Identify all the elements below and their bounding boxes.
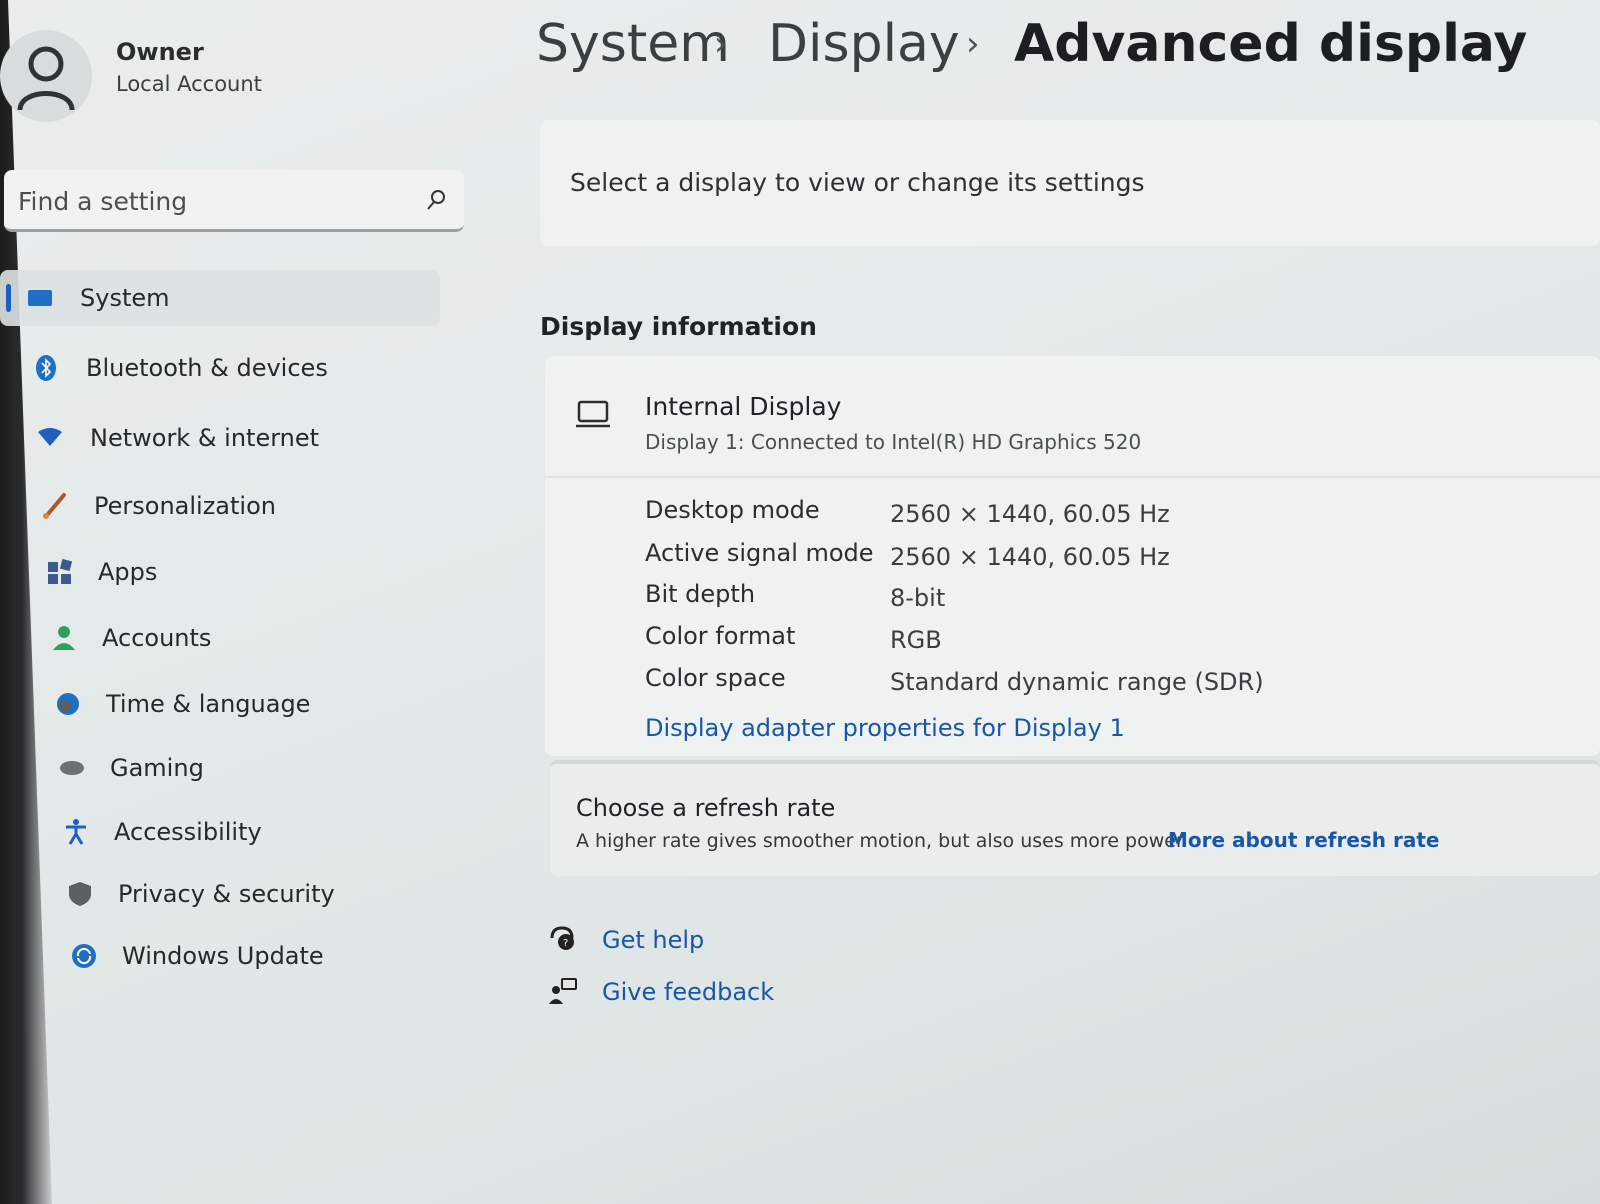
prop-value-desktop-mode: 2560 × 1440, 60.05 Hz	[890, 500, 1170, 528]
svg-text:?: ?	[563, 938, 568, 949]
select-display-card[interactable]: Select a display to view or change its s…	[540, 120, 1600, 246]
breadcrumb-display[interactable]: Display	[768, 14, 960, 74]
prop-label-color-format: Color format	[645, 622, 796, 650]
display-name: Internal Display	[645, 392, 842, 421]
sidebar-item-label: System	[80, 284, 170, 312]
prop-label-color-space: Color space	[645, 664, 786, 692]
sidebar-item-label: Accessibility	[114, 818, 262, 846]
prop-label-desktop-mode: Desktop mode	[645, 496, 820, 524]
accessibility-icon	[66, 819, 86, 845]
sidebar-item-accessibility[interactable]: Accessibility	[0, 804, 440, 860]
sidebar-item-network[interactable]: Network & internet	[0, 410, 440, 466]
update-icon	[72, 944, 96, 968]
page-title: Advanced display	[1014, 14, 1528, 74]
profile-account-type: Local Account	[116, 72, 262, 96]
feedback-icon	[549, 978, 577, 1004]
sidebar-item-bluetooth[interactable]: Bluetooth & devices	[0, 340, 440, 396]
sidebar-item-label: Time & language	[106, 690, 311, 718]
sidebar-item-label: Network & internet	[90, 424, 320, 452]
get-help-label: Get help	[602, 926, 705, 954]
more-about-refresh-rate-link[interactable]: More about refresh rate	[1168, 828, 1440, 852]
sidebar-item-label: Windows Update	[122, 942, 324, 970]
help-icon: ?	[550, 926, 574, 950]
wifi-icon	[38, 428, 62, 446]
sidebar-item-label: Gaming	[110, 754, 204, 782]
refresh-rate-description: A higher rate gives smoother motion, but…	[576, 830, 1184, 852]
user-profile[interactable]: Owner Local Account	[0, 20, 470, 130]
prop-value-color-format: RGB	[890, 626, 942, 654]
display-adapter-properties-link[interactable]: Display adapter properties for Display 1	[645, 714, 1125, 742]
search-input[interactable]	[18, 186, 398, 216]
sidebar-item-gaming[interactable]: Gaming	[0, 740, 440, 796]
prop-value-bit-depth: 8-bit	[890, 584, 946, 612]
gamepad-icon	[60, 761, 84, 775]
refresh-rate-title: Choose a refresh rate	[576, 794, 836, 822]
give-feedback-link[interactable]: Give feedback	[548, 972, 848, 1012]
sidebar-item-time-language[interactable]: Time & language	[0, 676, 440, 732]
active-indicator	[6, 284, 11, 312]
display-connection: Display 1: Connected to Intel(R) HD Grap…	[645, 430, 1142, 454]
prop-label-bit-depth: Bit depth	[645, 580, 756, 608]
apps-icon	[48, 558, 73, 584]
bluetooth-icon	[36, 355, 56, 381]
give-feedback-label: Give feedback	[602, 978, 775, 1006]
display-info-header[interactable]: Internal Display Display 1: Connected to…	[545, 356, 1600, 478]
sidebar-item-label: Accounts	[102, 624, 212, 652]
prop-value-active-signal-mode: 2560 × 1440, 60.05 Hz	[890, 543, 1170, 571]
chevron-right-icon: ›	[966, 24, 980, 64]
search-box[interactable]	[4, 170, 464, 232]
brush-icon	[43, 493, 66, 519]
sidebar-item-system[interactable]: System	[0, 270, 440, 326]
sidebar-item-label: Privacy & security	[118, 880, 335, 908]
monitor-icon	[28, 290, 52, 306]
sidebar-item-apps[interactable]: Apps	[0, 544, 440, 600]
shield-icon	[69, 882, 91, 906]
laptop-icon	[576, 400, 610, 428]
refresh-rate-card[interactable]: Choose a refresh rate A higher rate give…	[550, 760, 1600, 876]
sidebar-item-accounts[interactable]: Accounts	[0, 610, 440, 666]
prop-value-color-space: Standard dynamic range (SDR)	[890, 668, 1264, 696]
avatar	[0, 30, 92, 122]
globe-clock-icon	[57, 693, 79, 715]
sidebar-item-label: Apps	[98, 558, 158, 586]
chevron-right-icon: ›	[714, 24, 728, 64]
breadcrumb-system[interactable]: System	[536, 14, 730, 74]
sidebar-item-label: Personalization	[94, 492, 276, 520]
section-title: Display information	[540, 312, 817, 341]
person-icon	[17, 46, 75, 111]
profile-name: Owner	[116, 38, 204, 66]
get-help-link[interactable]: ? Get help	[548, 920, 848, 960]
sidebar-item-privacy[interactable]: Privacy & security	[0, 866, 440, 922]
display-info-card: Internal Display Display 1: Connected to…	[545, 356, 1600, 756]
sidebar-item-windows-update[interactable]: Windows Update	[0, 928, 440, 984]
sidebar-item-label: Bluetooth & devices	[86, 354, 328, 382]
person-icon	[53, 626, 75, 650]
prop-label-active-signal-mode: Active signal mode	[645, 539, 874, 567]
select-display-text: Select a display to view or change its s…	[570, 168, 1145, 197]
search-icon[interactable]	[424, 188, 448, 212]
sidebar-item-personalization[interactable]: Personalization	[0, 478, 440, 534]
